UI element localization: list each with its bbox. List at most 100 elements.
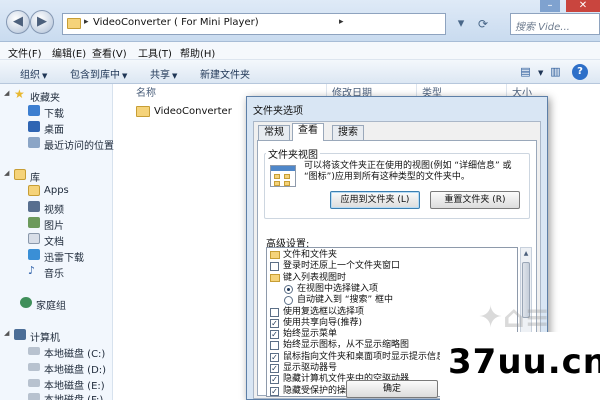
search-input[interactable]: 搜索 Vide... [510, 13, 600, 35]
recent-places-icon [28, 137, 40, 148]
advanced-setting-label: 始终显示菜单 [283, 329, 338, 340]
tab-general[interactable]: 常规 [258, 125, 290, 140]
menu-help[interactable]: 帮助(H) [180, 45, 215, 60]
sidebar-item-label: Apps [44, 185, 69, 196]
close-icon: ✕ [578, 0, 588, 11]
advanced-setting-label: 使用复选框以选择项 [283, 306, 365, 317]
checkbox[interactable]: ✓ [270, 352, 279, 362]
organize-button[interactable]: 组织 ▼ [20, 66, 47, 81]
chevron-down-icon: ▼ [172, 72, 178, 80]
download-icon [28, 105, 40, 116]
checkbox[interactable]: ✓ [270, 318, 279, 328]
include-library-label: 包含到库中 [70, 70, 120, 81]
column-header-name[interactable]: 名称 [136, 84, 156, 99]
download-folder-icon [28, 249, 40, 260]
preview-pane-icon[interactable]: ▥ [548, 65, 563, 79]
sidebar-homegroup-label: 家庭组 [36, 301, 66, 312]
sidebar-item-label: 最近访问的位置 [44, 141, 114, 152]
watermark-logo: ✦⌂≡ [478, 300, 550, 335]
sidebar-item-label: 桌面 [44, 125, 64, 136]
document-icon [28, 233, 40, 244]
checkbox[interactable] [270, 262, 279, 272]
arrow-right-icon: ▶ [37, 14, 47, 29]
forward-button[interactable]: ▶ [30, 10, 54, 34]
share-label: 共享 [150, 70, 170, 81]
back-button[interactable]: ◀ [6, 10, 30, 34]
expand-arrow-icon: ◢ [4, 329, 10, 337]
chevron-down-icon[interactable]: ▼ [538, 69, 543, 77]
folder-icon [136, 106, 150, 117]
view-icon-cell [284, 174, 290, 179]
checkbox[interactable]: ✓ [270, 364, 279, 373]
minimize-button[interactable]: – [540, 0, 560, 12]
close-button[interactable]: ✕ [566, 0, 600, 12]
menu-tools[interactable]: 工具(T) [138, 45, 172, 60]
chevron-down-icon: ▼ [42, 72, 48, 80]
advanced-setting-label: 文件和文件夹 [283, 250, 338, 260]
include-library-button[interactable]: 包含到库中 ▼ [70, 66, 127, 81]
folder-icon [270, 273, 280, 282]
music-icon: ♪ [28, 264, 36, 277]
folder-icon [67, 18, 81, 29]
checkbox[interactable]: ✓ [270, 330, 279, 340]
chevron-down-icon: ▾ [457, 16, 465, 31]
sidebar-item-label: 本地磁盘 (F:) [44, 391, 103, 400]
refresh-button[interactable]: ⟳ [474, 15, 492, 33]
sidebar-item-label: 视频 [44, 205, 64, 216]
help-icon[interactable]: ? [572, 64, 588, 80]
new-folder-button[interactable]: 新建文件夹 [200, 66, 250, 81]
computer-icon [14, 329, 26, 340]
drive-icon [28, 379, 40, 387]
checkbox[interactable] [270, 341, 279, 351]
menu-file[interactable]: 文件(F) [8, 45, 42, 60]
address-toolbar: ◀ ▶ ▸ VideoConverter ( For Mini Player) … [0, 0, 600, 42]
sidebar-item-label: 本地磁盘 (D:) [44, 365, 107, 376]
checkbox[interactable]: ✓ [270, 386, 279, 396]
folder-views-description: 可以将该文件夹正在使用的视图(例如 “详细信息” 或 “图标”)应用到所有这种类… [304, 161, 512, 182]
advanced-setting-label: 键入列表视图时 [283, 272, 347, 283]
view-options-icon[interactable]: ▤ [518, 65, 533, 79]
ok-button[interactable]: 确定 [346, 380, 438, 398]
tab-search[interactable]: 搜索 [332, 125, 364, 140]
watermark-text: 37uu.cn [448, 342, 600, 382]
radio-button[interactable] [284, 284, 293, 294]
menu-view[interactable]: 查看(V) [92, 45, 127, 60]
apply-to-folders-button[interactable]: 应用到文件夹 (L) [330, 191, 420, 209]
address-path: VideoConverter ( For Mini Player) [93, 17, 259, 28]
radio-button[interactable] [284, 296, 293, 306]
sidebar-item-label: 本地磁盘 (E:) [44, 381, 105, 392]
navigation-pane: ◢ ★ 收藏夹 下载 桌面 最近访问的位置 ◢ 库 Apps 视频 图片 文档 … [0, 84, 114, 400]
chevron-right-icon: ▸ [84, 17, 89, 27]
menu-edit[interactable]: 编辑(E) [52, 45, 86, 60]
advanced-setting-label: 使用共享向导(推荐) [283, 317, 363, 328]
sidebar-item-label: 本地磁盘 (C:) [44, 349, 106, 360]
folder-view-icon [270, 165, 296, 187]
advanced-setting-label: 登录时还原上一个文件夹窗口 [283, 261, 401, 272]
checkbox[interactable]: ✓ [270, 375, 279, 385]
view-icon-cell [274, 174, 280, 179]
reset-folders-button[interactable]: 重置文件夹 (R) [430, 191, 520, 209]
folder-icon [270, 251, 280, 259]
tab-view[interactable]: 查看 [292, 123, 324, 141]
library-icon [14, 169, 26, 180]
desktop-icon [28, 121, 40, 132]
file-name: VideoConverter [154, 106, 232, 117]
homegroup-icon [20, 297, 32, 308]
address-input[interactable]: ▸ VideoConverter ( For Mini Player) ▸ [62, 13, 446, 35]
organize-label: 组织 [20, 70, 40, 81]
checkbox[interactable] [270, 307, 279, 317]
share-button[interactable]: 共享 ▼ [150, 66, 177, 81]
dropdown-history-button[interactable]: ▾ [452, 15, 470, 33]
view-icon-cell [284, 181, 290, 186]
command-bar: 组织 ▼ 包含到库中 ▼ 共享 ▼ 新建文件夹 ▤ ▼ ▥ ? [0, 60, 600, 84]
picture-icon [28, 217, 40, 228]
search-placeholder: 搜索 Vide... [515, 22, 570, 33]
chevron-down-icon: ▼ [122, 72, 128, 80]
view-icon-header [271, 166, 295, 171]
sidebar-libraries-label: 库 [30, 173, 40, 184]
video-icon [28, 201, 40, 212]
sidebar-item-label: 音乐 [44, 269, 64, 280]
drive-icon [28, 363, 40, 371]
drive-icon [28, 347, 40, 355]
scroll-up-icon[interactable]: ▲ [522, 249, 530, 259]
